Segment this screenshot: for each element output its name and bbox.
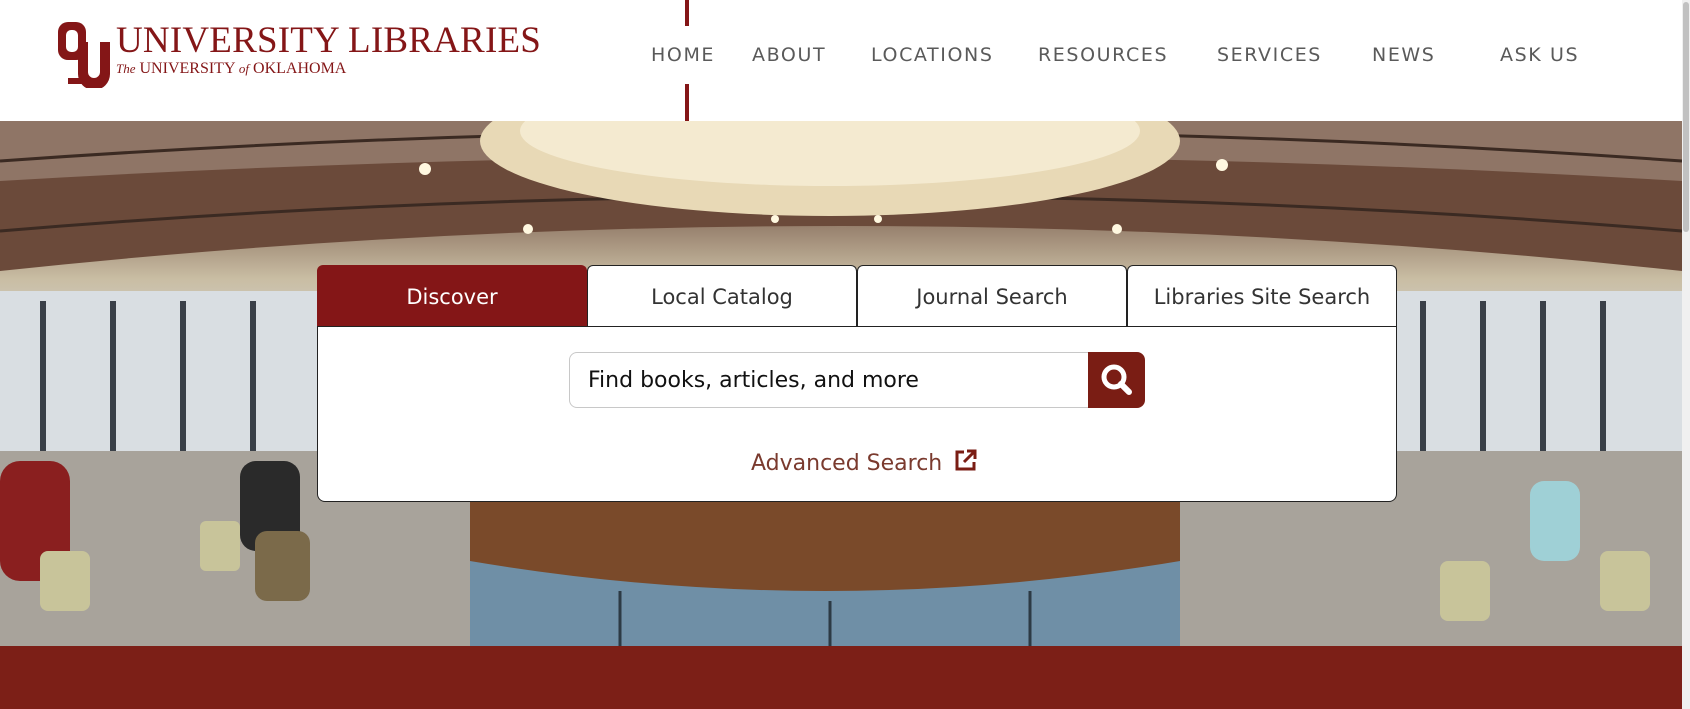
search-tabs: Discover Local Catalog Journal Search Li… (317, 265, 1397, 327)
tab-libraries-site-search[interactable]: Libraries Site Search (1127, 265, 1397, 327)
site-header: UNIVERSITY LIBRARIES The UNIVERSITY of O… (0, 0, 1690, 121)
nav-resources[interactable]: RESOURCES (1038, 44, 1168, 66)
nav-news[interactable]: NEWS (1372, 44, 1435, 66)
nav-about[interactable]: ABOUT (752, 44, 826, 66)
footer-band (0, 646, 1682, 709)
search-input[interactable] (569, 352, 1089, 408)
external-link-icon (954, 448, 978, 478)
nav-divider-top (685, 0, 689, 26)
scrollbar[interactable] (1682, 0, 1690, 709)
scrollbar-thumb[interactable] (1683, 2, 1689, 232)
advanced-search-label: Advanced Search (751, 450, 943, 476)
advanced-search-link[interactable]: Advanced Search (751, 448, 978, 478)
nav-home[interactable]: HOME (651, 44, 715, 66)
ou-logo-icon (56, 18, 110, 90)
nav-divider-bottom (685, 84, 689, 121)
nav-ask-us[interactable]: ASK US (1500, 44, 1579, 66)
nav-services[interactable]: SERVICES (1217, 44, 1322, 66)
tab-discover[interactable]: Discover (317, 265, 587, 327)
search-button[interactable] (1088, 352, 1145, 408)
logo-sub-university: UNIVERSITY (139, 60, 235, 77)
logo-sub-state: OKLAHOMA (253, 60, 347, 77)
logo-subtitle: The UNIVERSITY of OKLAHOMA (116, 60, 541, 78)
tab-local-catalog[interactable]: Local Catalog (587, 265, 857, 327)
logo-sub-the: The (116, 61, 136, 76)
tab-journal-search[interactable]: Journal Search (857, 265, 1127, 327)
university-libraries-logo[interactable]: UNIVERSITY LIBRARIES The UNIVERSITY of O… (56, 18, 542, 90)
nav-locations[interactable]: LOCATIONS (871, 44, 994, 66)
logo-sub-of: of (238, 61, 250, 76)
logo-title: UNIVERSITY LIBRARIES (116, 20, 542, 61)
search-icon (1088, 364, 1145, 411)
